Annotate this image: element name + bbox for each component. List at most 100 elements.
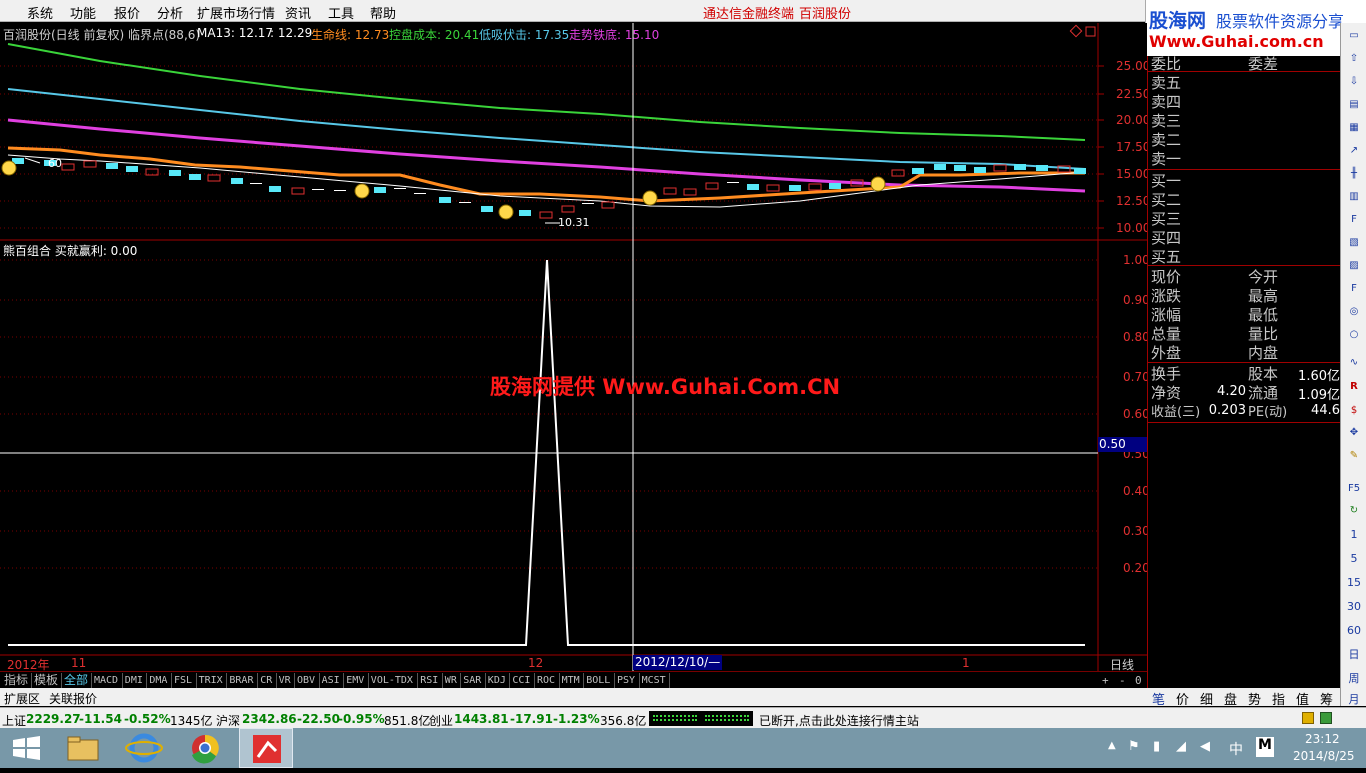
tab-main-0[interactable]: 指标 bbox=[2, 673, 32, 688]
tab-obv[interactable]: OBV bbox=[295, 673, 320, 688]
chart-canvas[interactable] bbox=[0, 23, 1147, 671]
network-icon[interactable] bbox=[1320, 712, 1332, 724]
period-button-1[interactable]: 5 bbox=[1345, 551, 1363, 567]
tab-boll[interactable]: BOLL bbox=[584, 673, 615, 688]
pencil-icon[interactable]: ✎ bbox=[1345, 448, 1363, 464]
rsi-icon[interactable]: R bbox=[1345, 379, 1363, 395]
menu-extended-market[interactable]: 扩展市场行情 bbox=[197, 3, 275, 22]
zoom-out-button[interactable]: - bbox=[1117, 673, 1128, 688]
period-button-0[interactable]: 1 bbox=[1345, 527, 1363, 543]
tray-up-icon[interactable]: ▲ bbox=[1108, 740, 1116, 751]
period-button-3[interactable]: 30 bbox=[1345, 599, 1363, 615]
file-explorer-icon[interactable] bbox=[56, 728, 110, 768]
menu-quote[interactable]: 报价 bbox=[114, 3, 140, 22]
panel-tab-1[interactable]: 价 bbox=[1176, 689, 1189, 708]
cy-value: 1443.81 bbox=[454, 712, 509, 726]
tab-mcst[interactable]: MCST bbox=[640, 673, 671, 688]
tab-macd[interactable]: MACD bbox=[92, 673, 123, 688]
chrome-icon[interactable] bbox=[178, 728, 232, 768]
clock-time[interactable]: 23:12 bbox=[1305, 732, 1340, 746]
period-button-5[interactable]: 日 bbox=[1345, 647, 1363, 663]
tdx-app-icon[interactable] bbox=[239, 728, 293, 768]
volume-icon[interactable]: ◀ bbox=[1200, 739, 1210, 754]
reset-button[interactable]: 0 bbox=[1133, 673, 1144, 688]
flag-icon[interactable]: ⚑ bbox=[1128, 739, 1140, 754]
refresh-icon[interactable]: ↻ bbox=[1345, 503, 1363, 519]
panel-tab-0[interactable]: 笔 bbox=[1152, 689, 1165, 708]
toolbar-icon[interactable]: ▧ bbox=[1345, 235, 1363, 251]
tab-kdj[interactable]: KDJ bbox=[486, 673, 511, 688]
tab-trix[interactable]: TRIX bbox=[197, 673, 228, 688]
connection-status[interactable]: 已断开,点击此处连接行情主站 bbox=[759, 712, 919, 729]
candle-icon[interactable]: ╫ bbox=[1345, 166, 1363, 182]
period-button-6[interactable]: 周 bbox=[1345, 671, 1363, 687]
tab-cci[interactable]: CCI bbox=[510, 673, 535, 688]
toolbar-icon[interactable]: ▥ bbox=[1345, 189, 1363, 205]
cy-name[interactable]: 创业 bbox=[429, 712, 453, 729]
tab-wr[interactable]: WR bbox=[443, 673, 462, 688]
tab-roc[interactable]: ROC bbox=[535, 673, 560, 688]
period-button-4[interactable]: 60 bbox=[1345, 623, 1363, 639]
line-chart-icon[interactable]: ↗ bbox=[1345, 143, 1363, 159]
tab-extended-area[interactable]: 扩展区 bbox=[4, 690, 40, 707]
tab-cr[interactable]: CR bbox=[258, 673, 277, 688]
down-icon[interactable]: ⇩ bbox=[1345, 74, 1363, 90]
lock-icon[interactable] bbox=[1302, 712, 1314, 724]
circle-icon[interactable]: ○ bbox=[1345, 327, 1363, 343]
up-icon[interactable]: ⇧ bbox=[1345, 51, 1363, 67]
menu-news[interactable]: 资讯 bbox=[285, 3, 311, 22]
lang-indicator[interactable]: M bbox=[1256, 737, 1274, 757]
tab-related-quote[interactable]: 关联报价 bbox=[49, 690, 97, 707]
chart-area[interactable]: 百润股份(日线 前复权) 临界点(88,6) MA13: 12.17 : 12.… bbox=[0, 23, 1151, 672]
tab-brar[interactable]: BRAR bbox=[227, 673, 259, 688]
panel-tab-4[interactable]: 势 bbox=[1248, 689, 1261, 708]
start-button[interactable] bbox=[0, 728, 54, 768]
panel-tab-2[interactable]: 细 bbox=[1200, 689, 1213, 708]
internet-explorer-icon[interactable] bbox=[117, 728, 171, 768]
tab-sar[interactable]: SAR bbox=[461, 673, 486, 688]
tab-vol-tdx[interactable]: VOL-TDX bbox=[369, 673, 419, 688]
tab-asi[interactable]: ASI bbox=[320, 673, 345, 688]
tab-vr[interactable]: VR bbox=[277, 673, 295, 688]
tab-fsl[interactable]: FSL bbox=[172, 673, 197, 688]
tab-main-2[interactable]: 全部 bbox=[62, 673, 92, 688]
hs-name[interactable]: 沪深 bbox=[216, 712, 240, 729]
tab-mtm[interactable]: MTM bbox=[560, 673, 585, 688]
menu-tools[interactable]: 工具 bbox=[328, 3, 354, 22]
toolbar-icon[interactable]: ▤ bbox=[1345, 97, 1363, 113]
tab-rsi[interactable]: RSI bbox=[418, 673, 443, 688]
zoom-in-button[interactable]: + bbox=[1100, 673, 1111, 688]
y-tick: 20.00 bbox=[1116, 113, 1151, 127]
fund-icon[interactable]: F bbox=[1345, 212, 1363, 228]
move-icon[interactable]: ✥ bbox=[1345, 425, 1363, 441]
tab-psy[interactable]: PSY bbox=[615, 673, 640, 688]
grid-icon[interactable]: ▦ bbox=[1345, 120, 1363, 136]
panel-tab-6[interactable]: 值 bbox=[1296, 689, 1309, 708]
menu-help[interactable]: 帮助 bbox=[370, 3, 396, 22]
toolbar-icon[interactable]: ◎ bbox=[1345, 304, 1363, 320]
toolbar-icon[interactable]: ▨ bbox=[1345, 258, 1363, 274]
battery-icon[interactable]: ▮ bbox=[1153, 739, 1160, 754]
panel-tab-5[interactable]: 指 bbox=[1272, 689, 1285, 708]
fiz-icon[interactable]: F bbox=[1345, 281, 1363, 297]
signal-icon[interactable]: ◢ bbox=[1176, 739, 1186, 754]
panel-tab-7[interactable]: 筹 bbox=[1320, 689, 1333, 708]
tab-emv[interactable]: EMV bbox=[344, 673, 369, 688]
candle bbox=[974, 167, 986, 173]
panel-tab-3[interactable]: 盘 bbox=[1224, 689, 1237, 708]
period-button-7[interactable]: 月 bbox=[1345, 692, 1363, 708]
f5-icon[interactable]: F5 bbox=[1345, 481, 1363, 497]
toolbar-icon[interactable]: ▭ bbox=[1345, 28, 1363, 44]
menu-function[interactable]: 功能 bbox=[70, 3, 96, 22]
menu-system[interactable]: 系统 bbox=[27, 3, 53, 22]
sh-name[interactable]: 上证 bbox=[2, 712, 26, 729]
wave-icon[interactable]: ∿ bbox=[1345, 355, 1363, 371]
tab-dmi[interactable]: DMI bbox=[123, 673, 148, 688]
money-icon[interactable]: $ bbox=[1345, 403, 1363, 419]
period-button-2[interactable]: 15 bbox=[1345, 575, 1363, 591]
ime-indicator[interactable]: 中 bbox=[1229, 739, 1243, 759]
clock-date[interactable]: 2014/8/25 bbox=[1293, 749, 1355, 763]
tab-dma[interactable]: DMA bbox=[147, 673, 172, 688]
tab-main-1[interactable]: 模板 bbox=[32, 673, 62, 688]
menu-analysis[interactable]: 分析 bbox=[157, 3, 183, 22]
